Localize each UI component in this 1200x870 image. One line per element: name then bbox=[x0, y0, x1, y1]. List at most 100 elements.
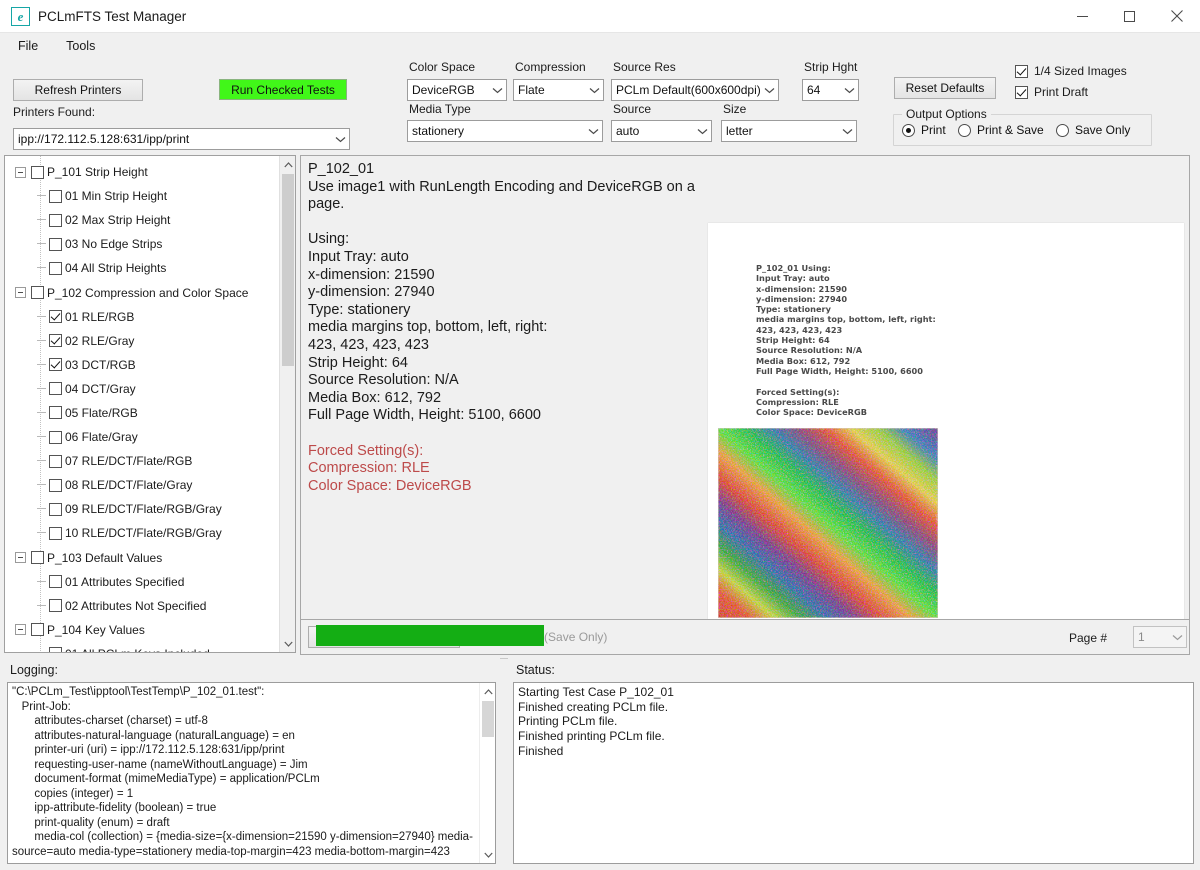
strip-height-value: 64 bbox=[807, 83, 821, 97]
checkbox-icon[interactable] bbox=[49, 334, 62, 348]
checkbox-icon[interactable] bbox=[49, 261, 62, 275]
chevron-down-icon bbox=[761, 80, 778, 100]
print-draft-checkbox[interactable]: Print Draft bbox=[1015, 85, 1088, 99]
output-options-group: Output Options Print Print & Save Save O… bbox=[893, 107, 1152, 146]
checkbox-icon[interactable] bbox=[49, 647, 62, 652]
radio-print-save-label: Print & Save bbox=[977, 123, 1044, 137]
tree-node[interactable]: 04 All Strip Heights bbox=[5, 256, 295, 280]
app-logo-icon: e bbox=[11, 6, 30, 26]
checkbox-icon[interactable] bbox=[49, 454, 62, 468]
tree-node[interactable]: 01 All PCLm Keys Included bbox=[5, 642, 295, 652]
reset-defaults-button[interactable]: Reset Defaults bbox=[894, 77, 996, 99]
test-tree-panel[interactable]: P_101 Strip Height 01 Min Strip Height 02 … bbox=[4, 155, 296, 653]
logging-textbox[interactable]: "C:\PCLm_Test\ipptool\TestTemp\P_102_01.… bbox=[7, 682, 496, 864]
test-tree[interactable]: P_101 Strip Height 01 Min Strip Height 02 … bbox=[5, 156, 295, 652]
tree-node[interactable]: 01 RLE/RGB bbox=[5, 305, 295, 329]
tree-connector bbox=[37, 363, 46, 365]
source-res-select[interactable]: PCLm Default(600x600dpi) bbox=[611, 79, 779, 101]
tree-node-label: 02 Attributes Not Specified bbox=[65, 598, 207, 613]
logging-scrollbar[interactable] bbox=[479, 683, 495, 863]
run-checked-tests-button[interactable]: Run Checked Tests bbox=[219, 79, 347, 100]
close-icon[interactable] bbox=[1153, 0, 1200, 33]
checkbox-icon[interactable] bbox=[31, 551, 44, 565]
strip-height-select[interactable]: 64 bbox=[802, 79, 859, 101]
tree-node[interactable]: 02 RLE/Gray bbox=[5, 329, 295, 353]
minimize-icon[interactable] bbox=[1059, 0, 1106, 33]
page-number-select[interactable]: 1 bbox=[1133, 626, 1187, 648]
text-line bbox=[756, 376, 936, 386]
expand-collapse-icon[interactable] bbox=[15, 287, 26, 299]
checkbox-icon[interactable] bbox=[49, 430, 62, 444]
tree-node[interactable]: 04 DCT/Gray bbox=[5, 377, 295, 401]
scroll-up-icon[interactable] bbox=[280, 156, 295, 173]
media-type-select[interactable]: stationery bbox=[407, 120, 603, 142]
status-textbox[interactable]: Starting Test Case P_102_01 Finished cre… bbox=[513, 682, 1194, 864]
tree-scrollbar[interactable] bbox=[279, 156, 295, 652]
tree-node[interactable]: P_102 Compression and Color Space bbox=[5, 280, 295, 304]
tree-node[interactable]: P_103 Default Values bbox=[5, 546, 295, 570]
checkbox-icon[interactable] bbox=[49, 502, 62, 516]
checkbox-icon[interactable] bbox=[49, 599, 62, 613]
checkbox-icon[interactable] bbox=[49, 478, 62, 492]
checkbox-icon[interactable] bbox=[31, 286, 44, 300]
tree-connector bbox=[37, 508, 46, 510]
tree-node-label: 02 RLE/Gray bbox=[65, 333, 135, 348]
checkbox-icon[interactable] bbox=[49, 189, 62, 203]
maximize-icon[interactable] bbox=[1106, 0, 1153, 33]
expand-collapse-icon[interactable] bbox=[15, 166, 26, 178]
scroll-down-icon[interactable] bbox=[480, 846, 495, 863]
quarter-sized-images-checkbox[interactable]: 1/4 Sized Images bbox=[1015, 64, 1127, 78]
expand-collapse-icon[interactable] bbox=[15, 552, 26, 564]
tree-node-label: 05 Flate/RGB bbox=[65, 405, 138, 420]
tree-node[interactable]: 07 RLE/DCT/Flate/RGB bbox=[5, 449, 295, 473]
logging-scrollbar-thumb[interactable] bbox=[482, 701, 494, 737]
radio-print[interactable]: Print bbox=[902, 123, 946, 137]
checkbox-icon[interactable] bbox=[49, 406, 62, 420]
printer-select[interactable]: ipp://172.112.5.128:631/ipp/print bbox=[13, 128, 350, 150]
checkbox-icon[interactable] bbox=[49, 213, 62, 227]
radio-print-save[interactable]: Print & Save bbox=[958, 123, 1044, 137]
checkbox-icon[interactable] bbox=[49, 237, 62, 251]
tree-node[interactable]: P_104 Key Values bbox=[5, 618, 295, 642]
tree-node-label: P_103 Default Values bbox=[47, 550, 163, 565]
scroll-up-icon[interactable] bbox=[480, 683, 495, 700]
checkbox-icon[interactable] bbox=[49, 358, 62, 372]
checkbox-icon[interactable] bbox=[49, 575, 62, 589]
checkbox-icon[interactable] bbox=[31, 165, 44, 179]
tree-node[interactable]: 03 No Edge Strips bbox=[5, 232, 295, 256]
tree-node[interactable]: 10 RLE/DCT/Flate/RGB/Gray bbox=[5, 521, 295, 545]
text-line: Color Space: DeviceRGB bbox=[308, 477, 472, 494]
menu-tools[interactable]: Tools bbox=[56, 36, 105, 56]
text-line: y-dimension: 27940 bbox=[308, 284, 435, 301]
checkbox-icon[interactable] bbox=[49, 310, 62, 324]
checkbox-icon[interactable] bbox=[49, 382, 62, 396]
text-line: Media Box: 612, 792 bbox=[308, 389, 442, 406]
tree-connector bbox=[37, 411, 46, 413]
radio-save-only-label: Save Only bbox=[1075, 123, 1131, 137]
tree-node[interactable]: 01 Attributes Specified bbox=[5, 570, 295, 594]
tree-node[interactable]: 03 DCT/RGB bbox=[5, 353, 295, 377]
menu-file[interactable]: File bbox=[8, 36, 48, 56]
source-select[interactable]: auto bbox=[611, 120, 712, 142]
tree-node[interactable]: P_101 Strip Height bbox=[5, 160, 295, 184]
tree-node[interactable]: 02 Attributes Not Specified bbox=[5, 594, 295, 618]
tree-node[interactable]: 09 RLE/DCT/Flate/RGB/Gray bbox=[5, 497, 295, 521]
status-text: Starting Test Case P_102_01 Finished cre… bbox=[518, 685, 674, 758]
tree-node[interactable]: 02 Max Strip Height bbox=[5, 208, 295, 232]
radio-save-only[interactable]: Save Only bbox=[1056, 123, 1130, 137]
expand-collapse-icon[interactable] bbox=[15, 624, 26, 636]
color-space-select[interactable]: DeviceRGB bbox=[407, 79, 507, 101]
tree-node[interactable]: 06 Flate/Gray bbox=[5, 425, 295, 449]
scroll-down-icon[interactable] bbox=[280, 635, 295, 652]
refresh-printers-button[interactable]: Refresh Printers bbox=[13, 79, 143, 101]
tree-node[interactable]: 05 Flate/RGB bbox=[5, 401, 295, 425]
size-select[interactable]: letter bbox=[721, 120, 857, 142]
tree-node[interactable]: 08 RLE/DCT/Flate/Gray bbox=[5, 473, 295, 497]
compression-select[interactable]: Flate bbox=[513, 79, 604, 101]
checkbox-icon[interactable] bbox=[31, 623, 44, 637]
tree-node[interactable]: 01 Min Strip Height bbox=[5, 184, 295, 208]
tree-scrollbar-thumb[interactable] bbox=[282, 174, 294, 366]
text-line: Source Resolution: N/A bbox=[756, 345, 863, 356]
checkbox-icon[interactable] bbox=[49, 526, 62, 540]
tree-node-label: 04 DCT/Gray bbox=[65, 381, 136, 396]
